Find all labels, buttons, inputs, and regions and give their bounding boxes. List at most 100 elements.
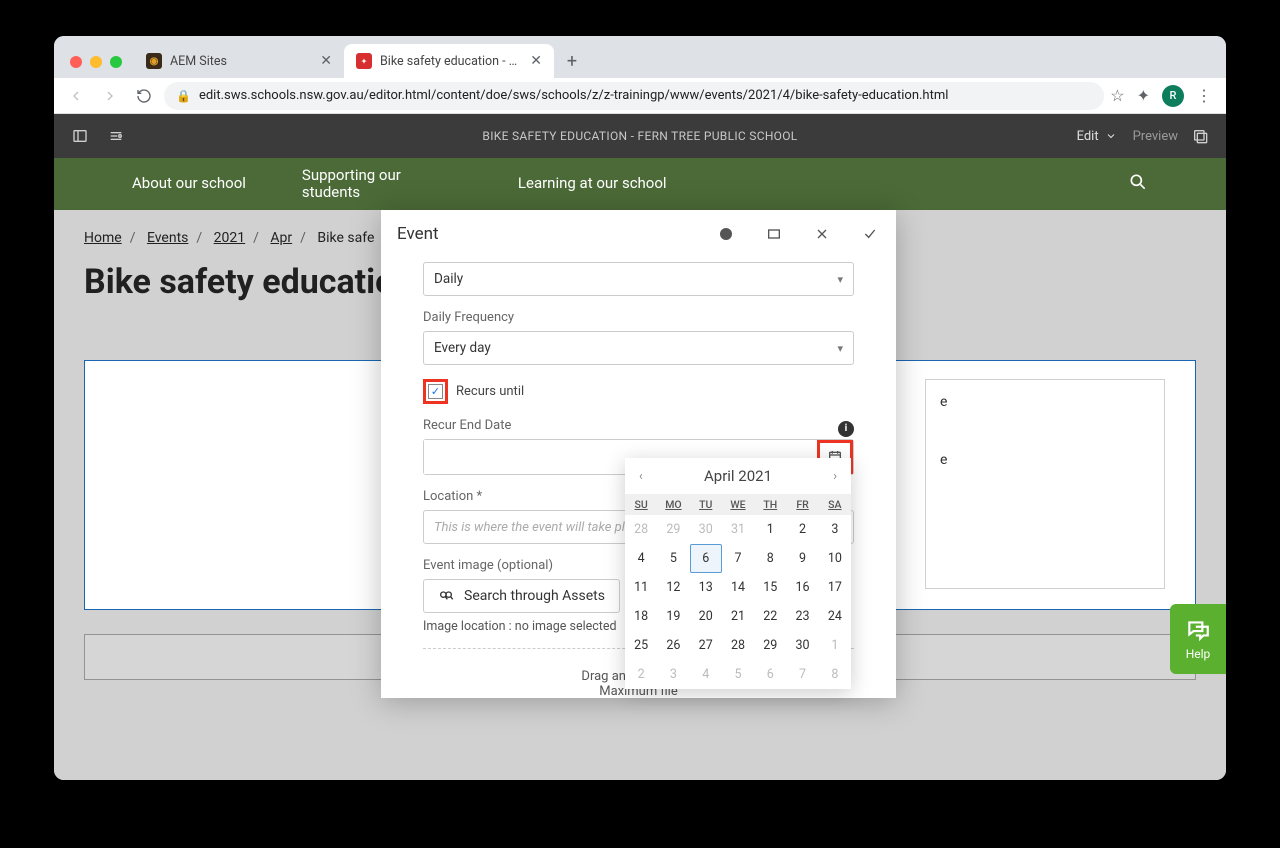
calendar-day[interactable]: 28 <box>625 515 657 544</box>
lock-icon: 🔒 <box>176 89 191 103</box>
card-line: e <box>940 452 1150 468</box>
calendar-day[interactable]: 27 <box>690 631 722 660</box>
calendar-day[interactable]: 2 <box>625 660 657 689</box>
calendar-dow: SU <box>625 494 657 515</box>
calendar-day[interactable]: 21 <box>722 602 754 631</box>
site-nav: About our school Supporting our students… <box>54 158 1226 210</box>
calendar-day[interactable]: 7 <box>722 544 754 573</box>
prev-month-icon[interactable]: ‹ <box>635 465 647 488</box>
calendar-day[interactable]: 5 <box>722 660 754 689</box>
edit-mode-dropdown[interactable]: Edit <box>1069 125 1125 148</box>
calendar-day[interactable]: 18 <box>625 602 657 631</box>
calendar-day[interactable]: 2 <box>786 515 818 544</box>
calendar-day[interactable]: 1 <box>819 631 851 660</box>
page-info-icon[interactable] <box>102 122 130 150</box>
calendar-day[interactable]: 3 <box>657 660 689 689</box>
daily-freq-label: Daily Frequency <box>423 310 854 325</box>
calendar-dow: WE <box>722 494 754 515</box>
next-month-icon[interactable]: › <box>829 465 841 488</box>
reload-button[interactable] <box>130 82 158 110</box>
calendar-day[interactable]: 25 <box>625 631 657 660</box>
calendar-day[interactable]: 30 <box>786 631 818 660</box>
calendar-month: April 2021 <box>704 467 772 485</box>
calendar-day[interactable]: 3 <box>819 515 851 544</box>
calendar-day[interactable]: 29 <box>657 515 689 544</box>
calendar-day[interactable]: 14 <box>722 573 754 602</box>
help-icon[interactable]: ? <box>716 224 736 244</box>
svg-text:?: ? <box>724 230 728 239</box>
calendar-day[interactable]: 4 <box>690 660 722 689</box>
calendar-day[interactable]: 26 <box>657 631 689 660</box>
calendar-dow: FR <box>786 494 818 515</box>
calendar-day[interactable]: 20 <box>690 602 722 631</box>
close-icon[interactable] <box>812 224 832 244</box>
calendar-day[interactable]: 24 <box>819 602 851 631</box>
highlight-recurs-checkbox: ✓ <box>423 379 448 404</box>
extensions-icon[interactable]: ✦ <box>1137 86 1150 105</box>
address-bar[interactable]: 🔒 edit.sws.schools.nsw.gov.au/editor.htm… <box>164 82 1104 110</box>
calendar-day[interactable]: 4 <box>625 544 657 573</box>
crumb-month[interactable]: Apr <box>270 230 292 246</box>
chrome-menu-icon[interactable]: ⋮ <box>1196 86 1212 105</box>
calendar-day[interactable]: 15 <box>754 573 786 602</box>
nav-item-learning[interactable]: Learning at our school <box>518 175 667 192</box>
annotate-icon[interactable] <box>1186 122 1214 150</box>
calendar-day[interactable]: 6 <box>690 544 722 573</box>
recurs-until-label: Recurs until <box>456 384 524 399</box>
tab-bike-safety[interactable]: ✦ Bike safety education - Fern Tr ✕ <box>344 44 554 78</box>
search-icon[interactable] <box>1128 172 1148 197</box>
close-tab-icon[interactable]: ✕ <box>320 53 332 69</box>
forward-button[interactable] <box>96 82 124 110</box>
calendar-day[interactable]: 29 <box>754 631 786 660</box>
calendar-day[interactable]: 17 <box>819 573 851 602</box>
recurrence-select[interactable]: Daily▾ <box>423 262 854 296</box>
recurs-until-checkbox[interactable]: ✓ <box>428 384 443 399</box>
calendar-day[interactable]: 19 <box>657 602 689 631</box>
bookmark-star-icon[interactable]: ☆ <box>1110 86 1124 105</box>
calendar-day[interactable]: 10 <box>819 544 851 573</box>
calendar-day[interactable]: 8 <box>754 544 786 573</box>
submit-icon[interactable] <box>860 224 880 244</box>
nav-item-supporting[interactable]: Supporting our students <box>302 167 462 202</box>
nav-item-about[interactable]: About our school <box>132 175 246 192</box>
calendar-day[interactable]: 9 <box>786 544 818 573</box>
crumb-year[interactable]: 2021 <box>214 230 245 246</box>
calendar-day[interactable]: 6 <box>754 660 786 689</box>
close-tab-icon[interactable]: ✕ <box>530 53 542 69</box>
profile-avatar[interactable]: R <box>1162 85 1184 107</box>
maximize-window[interactable] <box>110 56 122 68</box>
crumb-home[interactable]: Home <box>84 230 122 246</box>
calendar-day[interactable]: 30 <box>690 515 722 544</box>
calendar-day[interactable]: 11 <box>625 573 657 602</box>
calendar-day[interactable]: 31 <box>722 515 754 544</box>
dialog-header: Event ? <box>381 210 896 258</box>
daily-freq-select[interactable]: Every day▾ <box>423 331 854 365</box>
calendar-day[interactable]: 12 <box>657 573 689 602</box>
info-icon[interactable]: i <box>838 421 854 437</box>
search-assets-button[interactable]: Search through Assets <box>423 579 620 613</box>
calendar-day[interactable]: 8 <box>819 660 851 689</box>
calendar-dow: SA <box>819 494 851 515</box>
minimize-window[interactable] <box>90 56 102 68</box>
crumb-events[interactable]: Events <box>147 230 188 246</box>
calendar-day[interactable]: 1 <box>754 515 786 544</box>
back-button[interactable] <box>62 82 90 110</box>
help-tab[interactable]: Help <box>1170 604 1226 674</box>
side-panel-icon[interactable] <box>66 122 94 150</box>
close-window[interactable] <box>70 56 82 68</box>
calendar-day[interactable]: 16 <box>786 573 818 602</box>
calendar-day[interactable]: 23 <box>786 602 818 631</box>
card-line: e <box>940 394 1150 410</box>
recur-end-label: Recur End Date <box>423 418 511 433</box>
datepicker-popover: ‹ April 2021 › SUMOTUWETHFRSA 2829303112… <box>625 458 851 689</box>
url-text: edit.sws.schools.nsw.gov.au/editor.html/… <box>199 88 948 103</box>
calendar-day[interactable]: 5 <box>657 544 689 573</box>
calendar-day[interactable]: 7 <box>786 660 818 689</box>
preview-button[interactable]: Preview <box>1125 125 1186 148</box>
calendar-day[interactable]: 28 <box>722 631 754 660</box>
new-tab-button[interactable]: + <box>558 47 586 75</box>
fullscreen-icon[interactable] <box>764 224 784 244</box>
calendar-day[interactable]: 13 <box>690 573 722 602</box>
tab-aem-sites[interactable]: ◉ AEM Sites ✕ <box>134 44 344 78</box>
calendar-day[interactable]: 22 <box>754 602 786 631</box>
